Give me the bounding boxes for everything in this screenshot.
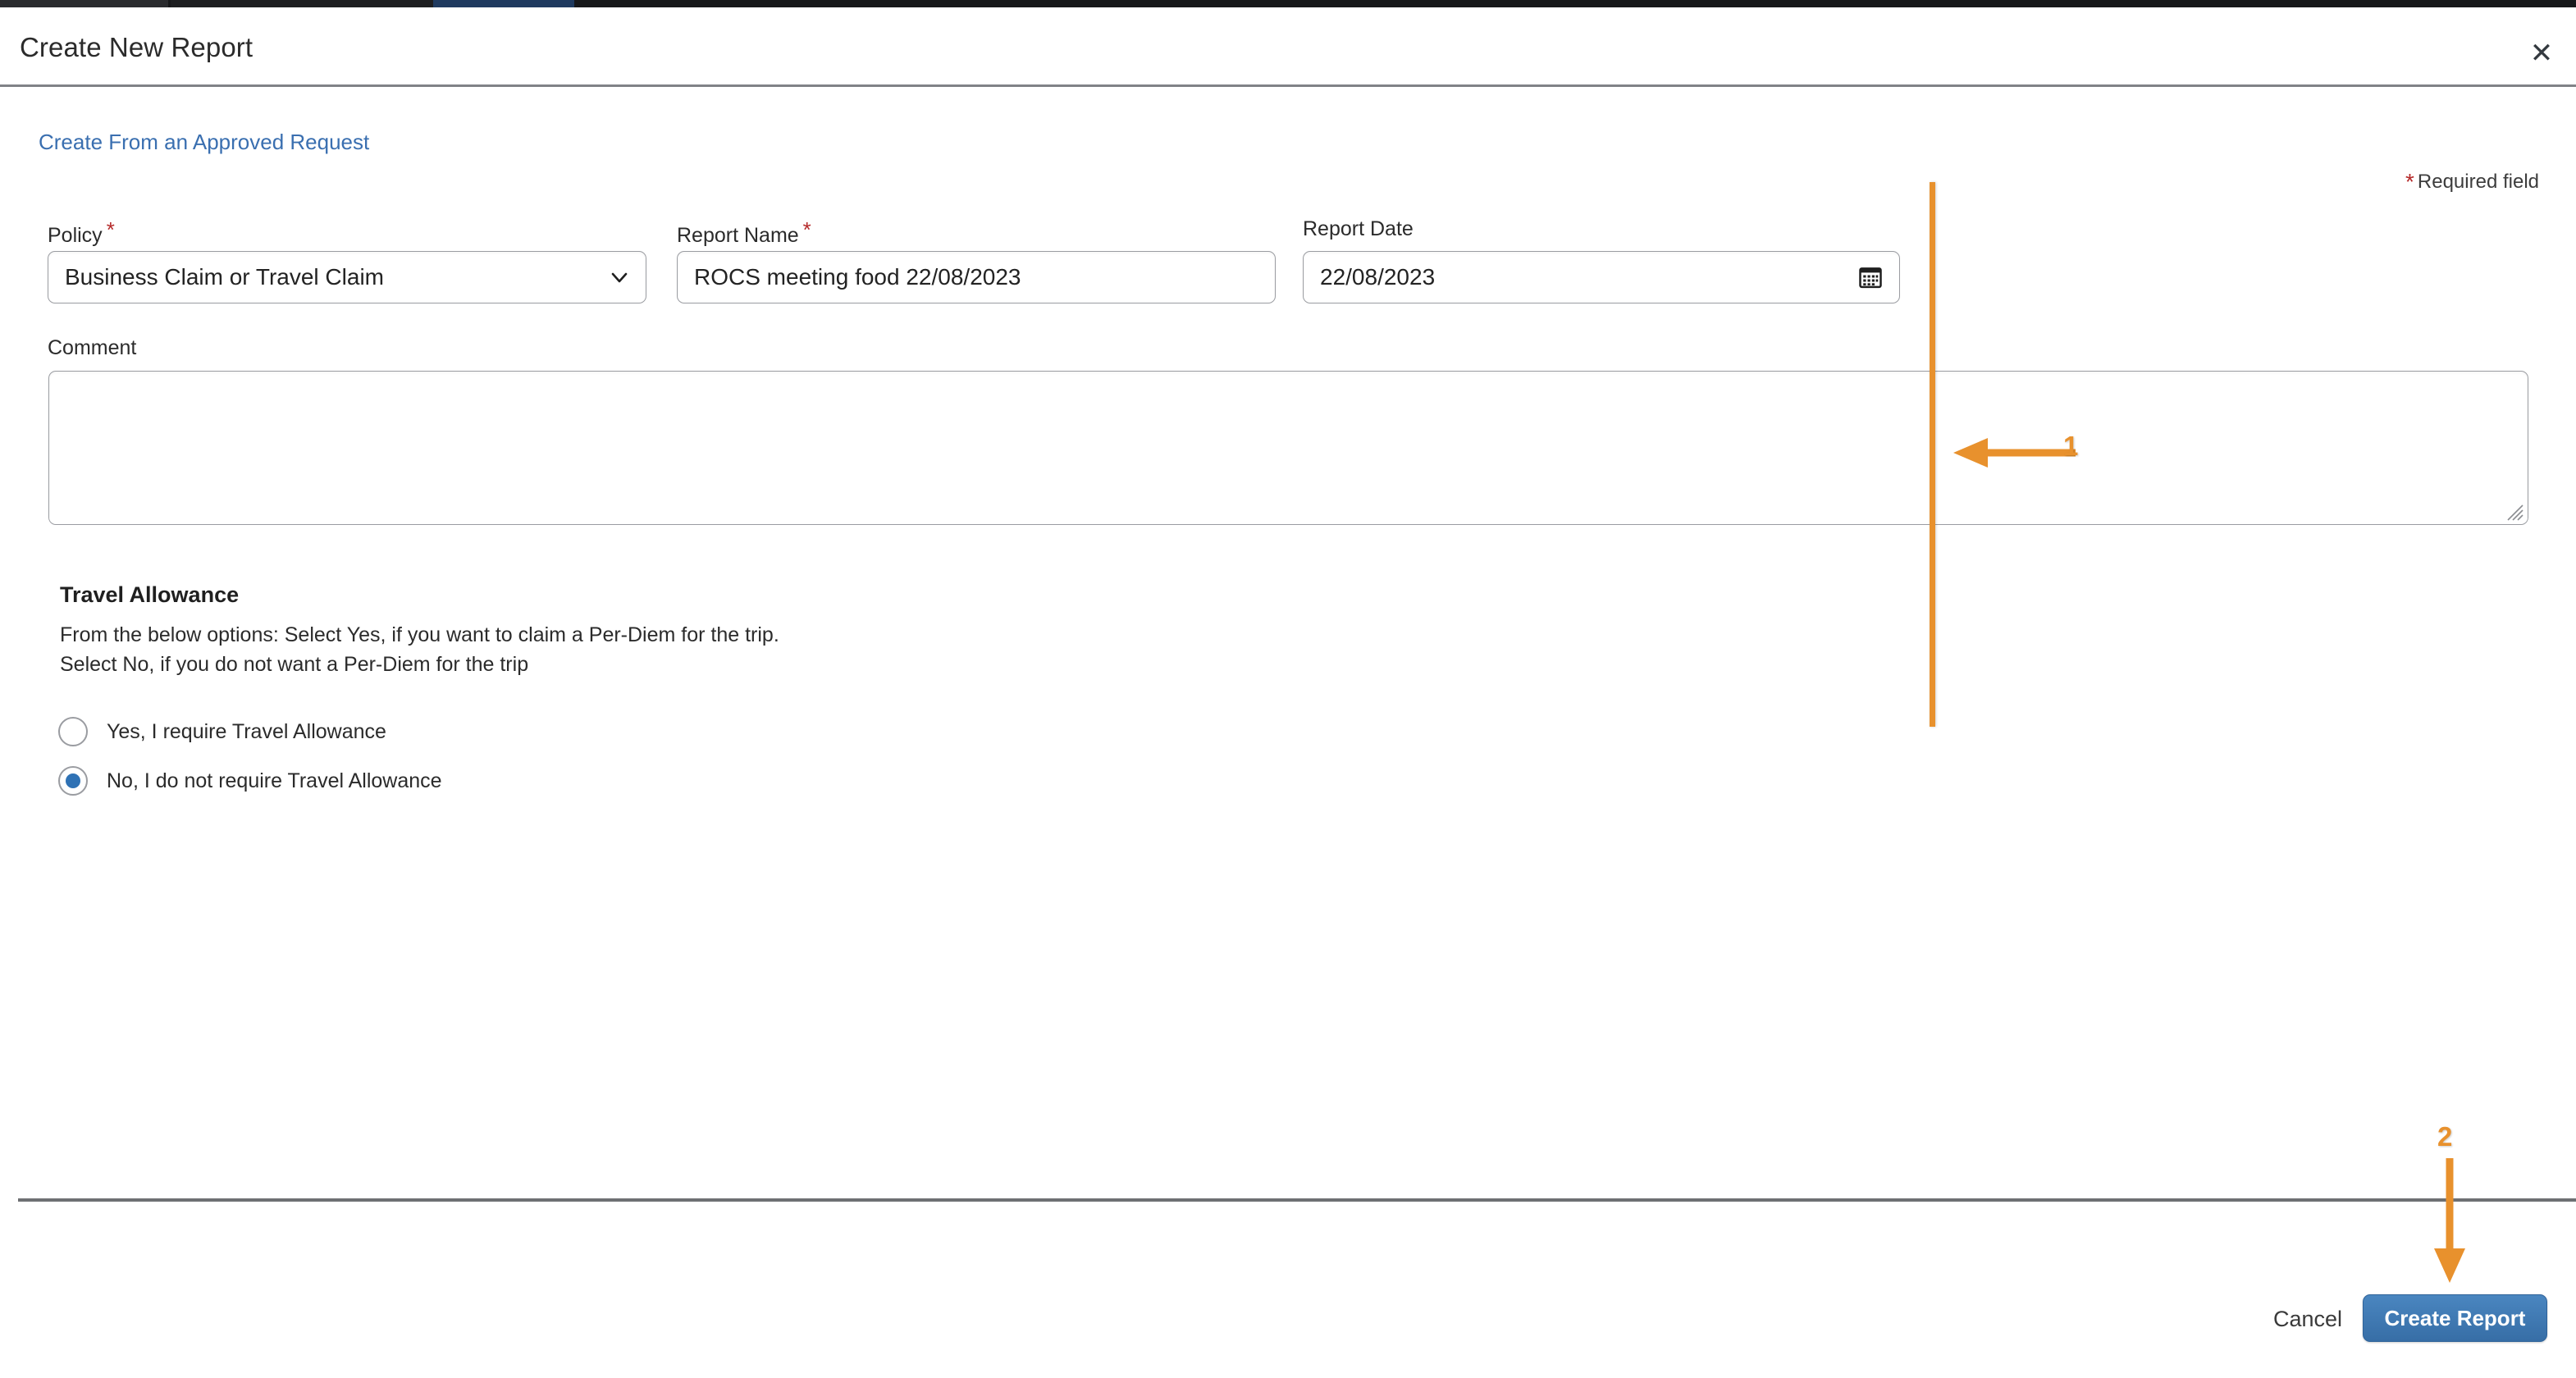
comment-label: Comment <box>48 336 137 359</box>
resize-handle-icon[interactable] <box>2503 500 2524 522</box>
required-asterisk: * <box>2405 169 2414 194</box>
create-report-button[interactable]: Create Report <box>2363 1294 2547 1342</box>
report-name-value: ROCS meeting food 22/08/2023 <box>694 264 1021 290</box>
policy-required-asterisk: * <box>106 217 115 242</box>
header-divider <box>0 84 2576 87</box>
policy-select[interactable]: Business Claim or Travel Claim <box>48 251 646 303</box>
annotation-label-2: 2 <box>2437 1121 2453 1152</box>
annotation-arrow-1-icon <box>1948 433 2080 472</box>
travel-allowance-description-line2: Select No, if you do not want a Per-Diem… <box>60 653 529 676</box>
report-name-required-asterisk: * <box>802 217 811 242</box>
radio-label-no: No, I do not require Travel Allowance <box>107 769 442 792</box>
policy-label: Policy * <box>48 217 115 247</box>
create-new-report-dialog: Create New Report ✕ Create From an Appro… <box>0 0 2576 1378</box>
required-field-label: Required field <box>2417 171 2539 193</box>
report-name-label: Report Name * <box>677 217 811 247</box>
chrome-segment <box>0 0 168 7</box>
annotation-vertical-guide <box>1930 182 1935 727</box>
travel-allowance-description-line1: From the below options: Select Yes, if y… <box>60 623 779 646</box>
chrome-active-tab-segment <box>433 0 574 7</box>
footer-divider <box>18 1198 2576 1202</box>
create-from-approved-request-link[interactable]: Create From an Approved Request <box>39 130 369 155</box>
browser-chrome-strip <box>0 0 2576 7</box>
policy-value: Business Claim or Travel Claim <box>65 264 384 290</box>
travel-allowance-heading: Travel Allowance <box>60 582 240 607</box>
report-date-value: 22/08/2023 <box>1320 264 1436 290</box>
calendar-icon[interactable] <box>1858 265 1883 290</box>
annotation-label-1: 1 <box>2063 431 2079 461</box>
comment-textarea[interactable] <box>48 371 2528 525</box>
chevron-down-icon <box>610 267 629 287</box>
radio-button-no[interactable] <box>58 766 88 796</box>
dialog-header: Create New Report ✕ <box>0 7 2576 85</box>
radio-label-yes: Yes, I require Travel Allowance <box>107 719 386 743</box>
radio-button-yes[interactable] <box>58 717 88 746</box>
report-date-label: Report Date <box>1303 217 1414 240</box>
radio-option-yes[interactable]: Yes, I require Travel Allowance <box>58 717 386 746</box>
annotation-arrow-2-icon <box>2424 1155 2475 1286</box>
chrome-segment <box>574 0 2576 7</box>
cancel-button[interactable]: Cancel <box>2273 1307 2342 1332</box>
report-date-input[interactable]: 22/08/2023 <box>1303 251 1900 303</box>
radio-option-no[interactable]: No, I do not require Travel Allowance <box>58 766 442 796</box>
page-title: Create New Report <box>20 32 253 62</box>
report-name-input[interactable]: ROCS meeting food 22/08/2023 <box>677 251 1276 303</box>
close-icon[interactable]: ✕ <box>2525 37 2558 70</box>
required-field-note: * Required field <box>2405 169 2539 195</box>
